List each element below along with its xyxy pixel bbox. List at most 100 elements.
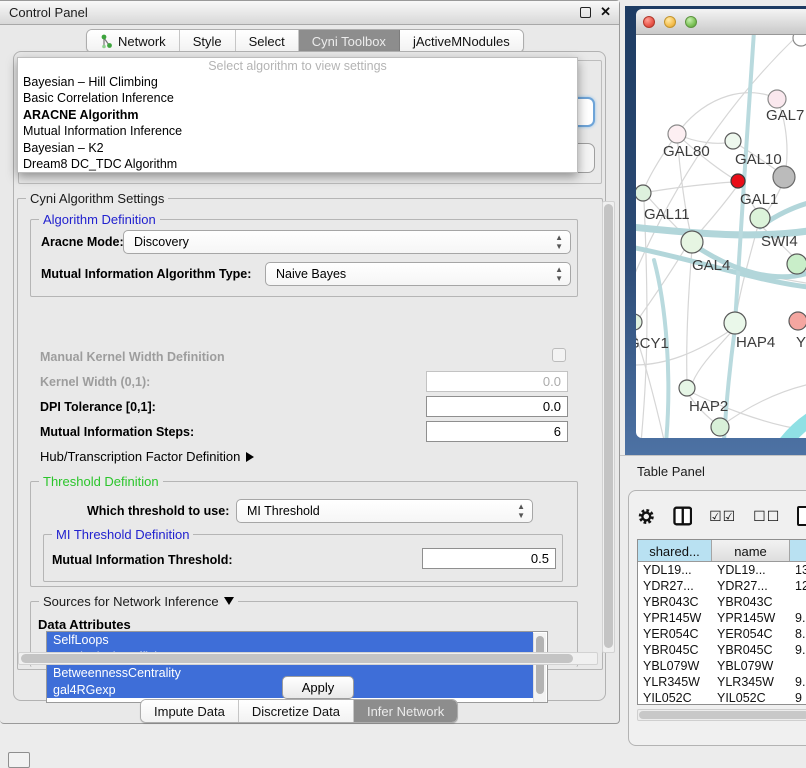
table-horizontal-scrollbar[interactable] [637,709,806,721]
zoom-traffic-light-icon[interactable] [685,16,697,28]
close-traffic-light-icon[interactable] [643,16,655,28]
settings-gear-icon[interactable] [637,507,656,526]
tab-jactivemnodules[interactable]: jActiveMNodules [400,30,523,52]
scrollbar-thumb[interactable] [604,204,613,648]
network-node[interactable] [731,174,745,188]
tab-cyni-toolbox[interactable]: Cyni Toolbox [299,30,400,52]
algorithm-option[interactable]: Mutual Information Inference [18,123,577,140]
aracne-mode-value: Discovery [134,235,189,249]
tab-network[interactable]: Network [87,30,180,52]
kernel-width-field[interactable]: 0.0 [426,371,568,392]
panel-divider [620,455,806,456]
expand-arrow-icon [224,597,234,605]
tab-style[interactable]: Style [180,30,236,52]
table-header-row: shared...name [638,540,806,562]
data-attribute-item[interactable]: SelfLoops [47,632,533,649]
network-view-frame: GAL7GAL80GAL10GAL1GAL11SWI4GAL4GCY1HAP4Y… [625,6,806,455]
mi-steps-field[interactable]: 6 [426,421,568,442]
network-canvas[interactable]: GAL7GAL80GAL10GAL1GAL11SWI4GAL4GCY1HAP4Y… [636,35,806,438]
dpi-tolerance-field[interactable]: 0.0 [426,396,568,417]
table-cell: YBL079W [638,658,712,674]
table-row[interactable]: YBR043CYBR043C [638,594,806,610]
network-edge[interactable] [677,93,777,134]
scrollbar-thumb[interactable] [639,711,806,719]
algorithm-option[interactable]: Bayesian – Hill Climbing [18,73,577,90]
tab-infer-network[interactable]: Infer Network [354,700,457,722]
algorithm-option[interactable]: Basic Correlation Inference [18,90,577,107]
table-column-header[interactable]: shared... [638,540,712,561]
network-node-label: Y [796,334,806,351]
list-scrollbar[interactable] [533,633,546,703]
table-row[interactable]: YBR045CYBR045C9. [638,642,806,658]
hub-definition-toggle[interactable]: Hub/Transcription Factor Definition [40,449,254,464]
network-node[interactable] [724,312,746,334]
bottom-left-panel-chip[interactable] [8,752,30,768]
network-node[interactable] [789,312,806,330]
table-row[interactable]: YER054CYER054C8. [638,626,806,642]
mi-threshold-field[interactable]: 0.5 [422,548,556,569]
deselect-all-checkboxes-icon[interactable]: ☐☐ [753,508,780,525]
network-edge[interactable] [782,417,806,438]
table-row[interactable]: YIL052CYIL052C9 [638,690,806,705]
network-icon [100,34,113,49]
network-node[interactable] [768,90,786,108]
network-node[interactable] [711,418,729,436]
node-attribute-table[interactable]: shared...nameYDL19...YDL19...13YDR27...Y… [637,539,806,705]
minimize-traffic-light-icon[interactable] [664,16,676,28]
network-node-label: GAL10 [735,151,782,168]
algorithm-option[interactable]: Dream8 DC_TDC Algorithm [18,156,577,173]
mi-type-label: Mutual Information Algorithm Type: [41,267,251,281]
algorithm-definition-group: Algorithm Definition Aracne Mode: Discov… [30,219,578,297]
manual-kernel-checkbox[interactable] [552,348,566,362]
network-node[interactable] [773,166,795,188]
table-row[interactable]: YDL19...YDL19...13 [638,562,806,578]
algorithm-option[interactable]: ARACNE Algorithm [18,106,577,123]
application-root: Control Panel ✕ NetworkStyleSelectCyni T… [0,0,806,762]
table-column-header[interactable]: name [712,540,790,561]
column-browser-icon[interactable] [673,506,693,526]
table-column-header[interactable] [790,540,806,561]
scrollbar-thumb[interactable] [21,654,573,663]
tab-impute-data[interactable]: Impute Data [141,700,239,722]
mi-type-value: Naive Bayes [276,267,346,281]
network-node[interactable] [750,208,770,228]
sources-legend[interactable]: Sources for Network Inference [39,594,238,609]
threshold-definition-group: Threshold Definition Which threshold to … [30,481,578,587]
table-cell [790,658,806,674]
network-node-label: GCY1 [636,335,669,352]
tab-label: Impute Data [154,704,225,719]
document-icon[interactable] [797,506,806,526]
network-node[interactable] [793,35,806,46]
table-row[interactable]: YDR27...YDR27...12 [638,578,806,594]
network-node[interactable] [636,314,642,330]
network-node[interactable] [679,380,695,396]
mi-algorithm-type-combobox[interactable]: Naive Bayes ▲▼ [265,262,571,286]
top-tab-bar: NetworkStyleSelectCyni ToolboxjActiveMNo… [86,29,524,53]
scrollbar-thumb[interactable] [536,636,544,694]
float-window-icon[interactable] [580,7,591,18]
network-node[interactable] [668,125,686,143]
aracne-mode-label: Aracne Mode: [41,235,124,249]
network-node[interactable] [787,254,806,274]
close-icon[interactable]: ✕ [600,4,611,20]
network-edge[interactable] [643,182,734,193]
tab-discretize-data[interactable]: Discretize Data [239,700,354,722]
tab-select[interactable]: Select [236,30,299,52]
table-cell: YLR345W [712,674,790,690]
network-node[interactable] [636,185,651,201]
algorithm-option[interactable]: Bayesian – K2 [18,139,577,156]
vertical-scrollbar[interactable] [602,201,615,653]
table-row[interactable]: YBL079WYBL079W [638,658,806,674]
which-threshold-combobox[interactable]: MI Threshold ▲▼ [236,499,533,523]
apply-button[interactable]: Apply [282,676,354,699]
table-row[interactable]: YPR145WYPR145W9. [638,610,806,626]
network-node[interactable] [681,231,703,253]
horizontal-scrollbar[interactable] [18,652,598,665]
table-row[interactable]: YLR345WYLR345W9. [638,674,806,690]
select-all-checkboxes-icon[interactable]: ☑☑ [709,508,736,525]
aracne-mode-combobox[interactable]: Discovery ▲▼ [123,230,571,254]
network-node[interactable] [725,133,741,149]
table-cell: YBR045C [712,642,790,658]
table-cell: YER054C [638,626,712,642]
network-node-label: GAL4 [692,257,730,274]
